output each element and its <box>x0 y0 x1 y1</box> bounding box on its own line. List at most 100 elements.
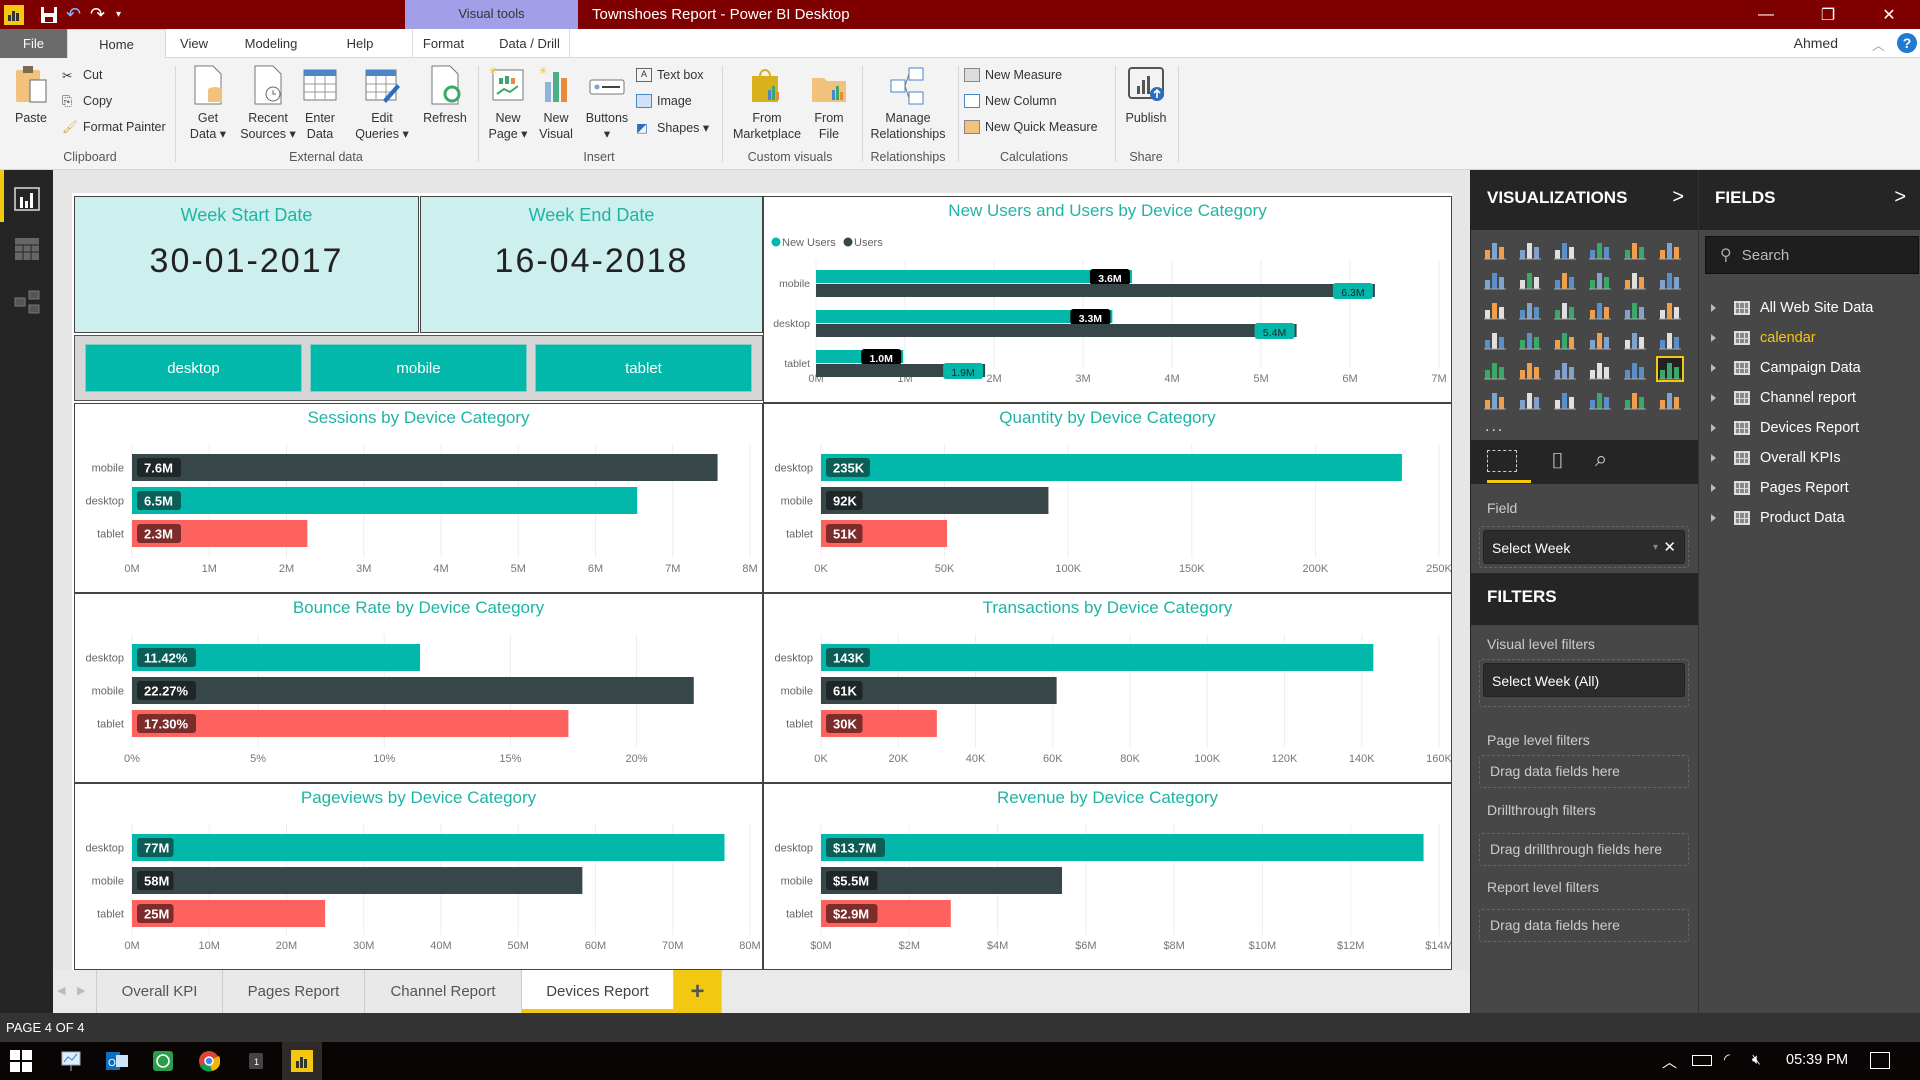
expand-icon[interactable] <box>1711 394 1716 402</box>
expand-icon[interactable] <box>1711 334 1716 342</box>
save-icon[interactable] <box>40 4 58 25</box>
visual-type-icon[interactable] <box>1623 238 1647 260</box>
scroll-tabs-right-icon[interactable]: ▶ <box>77 984 85 997</box>
action-center-icon[interactable] <box>1870 1052 1890 1069</box>
search-input[interactable]: Search <box>1742 247 1790 264</box>
visual-type-icon[interactable] <box>1483 268 1507 290</box>
new-visual-button[interactable]: ✳ New Visual <box>536 64 576 142</box>
clock[interactable]: 05:39 PM <box>1786 1052 1848 1068</box>
bar-users[interactable] <box>816 324 1297 337</box>
tab-help[interactable]: Help <box>340 29 380 58</box>
visual-type-icon[interactable] <box>1483 328 1507 350</box>
visual-type-icon[interactable] <box>1518 358 1542 380</box>
visual-type-icon[interactable] <box>1483 358 1507 380</box>
more-visuals-icon[interactable]: ... <box>1485 418 1504 436</box>
close-button[interactable]: ✕ <box>1866 0 1912 29</box>
visual-type-icon[interactable] <box>1518 238 1542 260</box>
volume-muted-icon[interactable]: 🔇︎ <box>1752 1051 1761 1068</box>
text-box-button[interactable]: A Text box <box>636 66 704 84</box>
analytics-icon[interactable]: ⌕ <box>1595 446 1607 472</box>
minimize-button[interactable]: — <box>1743 0 1789 29</box>
visual-type-icon[interactable] <box>1553 358 1577 380</box>
field-table-item[interactable]: calendar <box>1711 328 1816 348</box>
model-view-icon[interactable] <box>14 290 40 314</box>
visual-type-icon[interactable] <box>1656 356 1684 382</box>
recent-sources-button[interactable]: Recent Sources ▾ <box>240 64 296 142</box>
bar-mobile[interactable] <box>132 677 694 704</box>
cut-button[interactable]: ✂ Cut <box>62 66 102 84</box>
expand-icon[interactable] <box>1711 514 1716 522</box>
visual-type-icon[interactable] <box>1658 238 1682 260</box>
quantity-chart[interactable]: Quantity by Device Category 0K 50K 100K 150K… <box>763 403 1452 593</box>
expand-icon[interactable] <box>1711 304 1716 312</box>
app-badge-icon[interactable]: 1 <box>245 1050 267 1072</box>
tab-format[interactable]: Format <box>412 29 474 58</box>
page-filter-dropzone[interactable]: Drag data fields here <box>1479 755 1689 788</box>
tab-data-drill[interactable]: Data / Drill <box>490 29 570 58</box>
help-icon[interactable]: ? <box>1897 33 1917 53</box>
expand-icon[interactable] <box>1711 424 1716 432</box>
visual-type-icon[interactable] <box>1483 388 1507 410</box>
windows-start-icon[interactable] <box>10 1050 32 1072</box>
field-well-item[interactable]: Select Week ▾ ✕ <box>1483 530 1685 564</box>
visual-type-icon[interactable] <box>1658 268 1682 290</box>
tab-home[interactable]: Home <box>67 29 166 59</box>
slicer-option-tablet[interactable]: tablet <box>535 344 752 392</box>
new-column-button[interactable]: New Column <box>964 92 1057 110</box>
bounce-rate-chart[interactable]: Bounce Rate by Device Category 0% 5% 10% 15%… <box>74 593 763 783</box>
collapse-visualizations-icon[interactable]: > <box>1672 186 1684 209</box>
revenue-chart[interactable]: Revenue by Device Category $0M $2M $4M $6M $8… <box>763 783 1452 970</box>
edit-queries-button[interactable]: Edit Queries ▾ <box>354 64 410 142</box>
field-dropdown-icon[interactable]: ▾ <box>1653 531 1658 565</box>
visual-type-icon[interactable] <box>1658 298 1682 320</box>
visual-type-icon[interactable] <box>1588 388 1612 410</box>
shapes-button[interactable]: ◩ Shapes ▾ <box>636 118 709 136</box>
sessions-chart[interactable]: Sessions by Device Category 0M 1M 2M 3M 4M 5M 6… <box>74 403 763 593</box>
transactions-chart[interactable]: Transactions by Device Category 0K 20K 40K 6… <box>763 593 1452 783</box>
expand-icon[interactable] <box>1711 484 1716 492</box>
visual-type-icon[interactable] <box>1623 328 1647 350</box>
visual-type-icon[interactable] <box>1658 328 1682 350</box>
bar-tablet[interactable] <box>132 710 569 737</box>
restore-button[interactable]: ❐ <box>1805 0 1851 29</box>
collapse-ribbon-icon[interactable]: ︿ <box>1872 35 1885 54</box>
bar-desktop[interactable] <box>132 487 638 514</box>
visual-type-icon[interactable] <box>1518 268 1542 290</box>
manage-relationships-button[interactable]: Manage Relationships <box>868 64 948 142</box>
new-quick-measure-button[interactable]: New Quick Measure <box>964 118 1098 136</box>
bar-desktop[interactable] <box>821 644 1374 671</box>
data-view-icon[interactable] <box>14 237 40 261</box>
page-tab-overall-kpi[interactable]: Overall KPI <box>96 970 223 1013</box>
expand-icon[interactable] <box>1711 364 1716 372</box>
visual-type-icon[interactable] <box>1588 358 1612 380</box>
from-marketplace-button[interactable]: From Marketplace <box>728 64 806 142</box>
field-table-item[interactable]: Pages Report <box>1711 478 1849 498</box>
user-name[interactable]: Ahmed <box>1794 29 1838 58</box>
field-table-item[interactable]: Product Data <box>1711 508 1845 528</box>
bar-users[interactable] <box>816 284 1375 297</box>
tab-view[interactable]: View <box>176 29 212 58</box>
undo-icon[interactable]: ↶ <box>66 4 81 25</box>
page-tab-devices-report[interactable]: Devices Report <box>522 970 674 1013</box>
redo-icon[interactable]: ↷ <box>90 4 105 25</box>
visual-type-icon[interactable] <box>1553 238 1577 260</box>
remove-field-icon[interactable]: ✕ <box>1663 531 1676 565</box>
tab-file[interactable]: File <box>0 29 67 58</box>
visual-type-icon[interactable] <box>1588 298 1612 320</box>
fields-tab-icon[interactable] <box>1487 450 1517 472</box>
battery-icon[interactable] <box>1692 1055 1712 1066</box>
report-filter-dropzone[interactable]: Drag data fields here <box>1479 909 1689 942</box>
bar-desktop[interactable] <box>821 834 1424 861</box>
bar-new-users[interactable] <box>816 310 1113 323</box>
wifi-icon[interactable]: ◜ <box>1724 1050 1730 1068</box>
visual-type-icon[interactable] <box>1623 388 1647 410</box>
visual-type-icon[interactable] <box>1658 388 1682 410</box>
copy-button[interactable]: ⎘ Copy <box>62 92 112 110</box>
buttons-button[interactable]: Buttons ▾ <box>584 64 630 142</box>
visual-type-icon[interactable] <box>1553 298 1577 320</box>
bar-mobile[interactable] <box>132 454 718 481</box>
whatsapp-icon[interactable] <box>152 1050 174 1072</box>
enter-data-button[interactable]: Enter Data <box>300 64 340 142</box>
new-users-chart[interactable]: New Users and Users by Device Category 0M… <box>763 196 1452 403</box>
format-paint-roller-icon[interactable]: ⌷ <box>1551 448 1564 474</box>
